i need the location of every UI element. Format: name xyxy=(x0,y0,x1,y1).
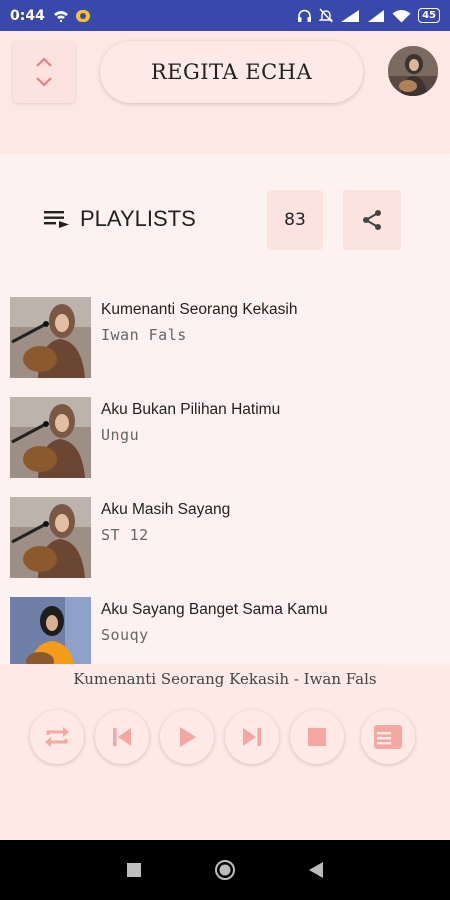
song-title: Kumenanti Seorang Kekasih xyxy=(101,301,298,318)
song-title: Aku Masih Sayang xyxy=(101,501,231,518)
headphones-icon xyxy=(298,9,312,22)
song-item[interactable]: Kumenanti Seorang Kekasih Iwan Fals xyxy=(0,282,450,382)
song-artist: Souqy xyxy=(101,626,149,644)
now-playing-label: Kumenanti Seorang Kekasih - Iwan Fals xyxy=(73,670,377,688)
song-item[interactable]: Aku Bukan Pilihan Hatimu Ungu xyxy=(0,382,450,482)
notification-badge-icon xyxy=(75,9,90,22)
playlist-heading[interactable]: PLAYLISTS xyxy=(44,206,196,232)
playlist-bar: PLAYLISTS 83 xyxy=(0,154,450,282)
battery-icon: 45 xyxy=(418,8,440,23)
mute-bell-icon xyxy=(319,8,334,23)
play-button[interactable] xyxy=(160,710,214,764)
stop-button[interactable] xyxy=(290,710,344,764)
repeat-button[interactable] xyxy=(30,710,84,764)
song-item[interactable]: Aku Masih Sayang ST 12 xyxy=(0,482,450,582)
share-icon xyxy=(363,210,381,230)
song-thumbnail xyxy=(10,297,91,378)
song-thumbnail xyxy=(10,597,91,664)
playlist-icon xyxy=(44,211,69,228)
previous-button[interactable] xyxy=(95,710,149,764)
song-count[interactable]: 83 xyxy=(267,190,323,250)
system-nav-bar xyxy=(0,840,450,900)
stop-icon xyxy=(308,728,326,746)
next-button[interactable] xyxy=(225,710,279,764)
repeat-icon xyxy=(45,727,69,747)
signal-icon xyxy=(341,9,360,22)
sort-button[interactable] xyxy=(13,41,75,103)
play-icon xyxy=(180,727,196,747)
artist-avatar[interactable] xyxy=(388,46,438,96)
playlist-label: PLAYLISTS xyxy=(80,206,196,231)
back-icon[interactable] xyxy=(308,861,324,879)
wifi-icon xyxy=(392,9,411,22)
recent-apps-icon[interactable] xyxy=(126,862,142,878)
status-bar: 0:44 45 xyxy=(0,0,450,31)
song-artist: Iwan Fals xyxy=(101,326,187,344)
song-thumbnail xyxy=(10,397,91,478)
song-list[interactable]: Kumenanti Seorang Kekasih Iwan Fals Aku … xyxy=(0,282,450,664)
artist-title[interactable]: REGITA ECHA xyxy=(100,41,363,103)
song-item[interactable]: Aku Sayang Banget Sama Kamu Souqy xyxy=(0,582,450,664)
wifi-call-icon xyxy=(53,10,68,22)
song-artist: ST 12 xyxy=(101,526,149,544)
song-thumbnail xyxy=(10,497,91,578)
previous-icon xyxy=(113,728,131,746)
chevron-up-down-icon xyxy=(36,57,52,87)
song-title: Aku Sayang Banget Sama Kamu xyxy=(101,601,328,618)
home-icon[interactable] xyxy=(214,859,236,881)
status-time: 0:44 xyxy=(10,7,45,24)
player-panel: Kumenanti Seorang Kekasih - Iwan Fals xyxy=(0,664,450,840)
share-button[interactable] xyxy=(343,190,401,250)
song-artist: Ungu xyxy=(101,426,140,444)
queue-icon xyxy=(374,725,402,749)
next-icon xyxy=(243,728,261,746)
queue-button[interactable] xyxy=(361,710,415,764)
header: REGITA ECHA xyxy=(0,31,450,154)
song-title: Aku Bukan Pilihan Hatimu xyxy=(101,401,281,418)
signal-icon-2 xyxy=(368,9,385,22)
